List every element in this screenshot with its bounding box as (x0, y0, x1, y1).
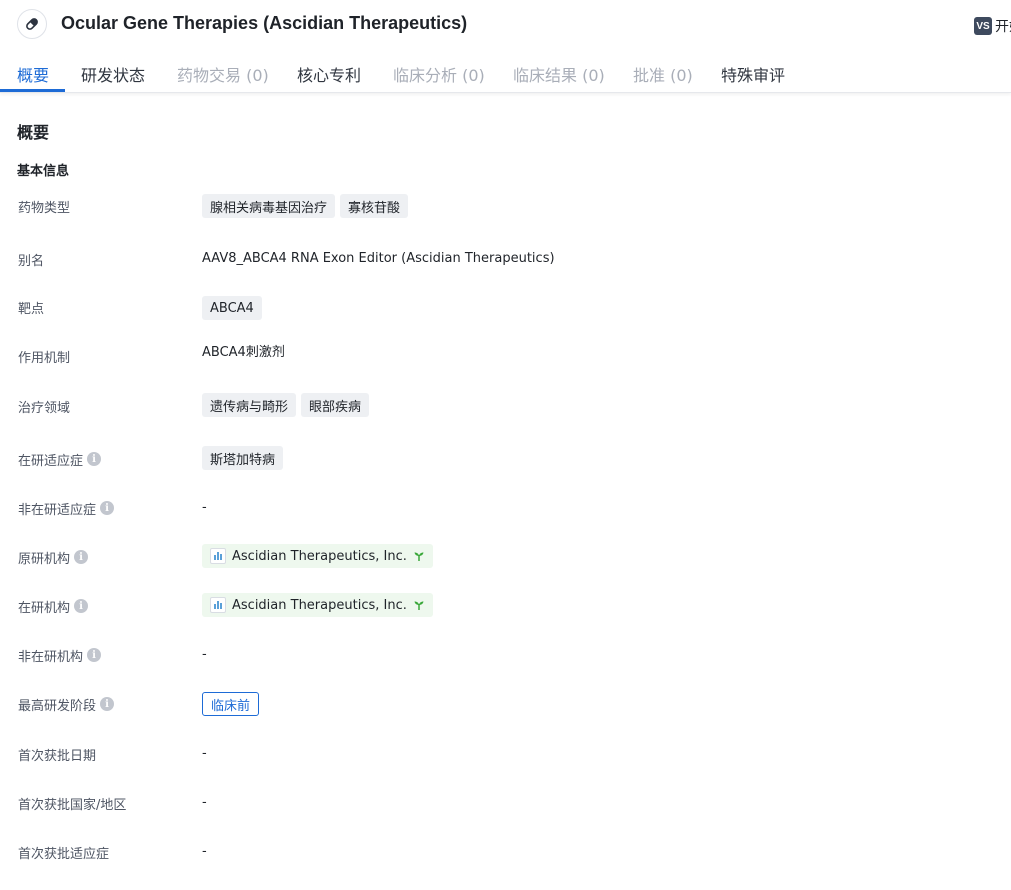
info-icon[interactable]: i (74, 550, 89, 564)
inactive-org-label: 非在研机构 i (18, 645, 102, 665)
alias-text: AAV8_ABCA4 RNA Exon Editor (Ascidian The… (202, 251, 555, 266)
target-label: 靶点 (18, 301, 45, 317)
originator-label: 原研机构 i (18, 547, 89, 567)
therapeutic-area-tag[interactable]: 眼部疾病 (301, 393, 370, 417)
target-value: ABCA4 (202, 296, 267, 320)
company-logo-icon (210, 548, 226, 564)
mechanism-text: ABCA4刺激剂 (202, 345, 285, 360)
inactive-indication-text: - (202, 500, 207, 515)
inactive-indication-value: - (202, 498, 207, 518)
mechanism-value: ABCA4刺激剂 (202, 343, 285, 363)
first-approval-date-label: 首次获批日期 (18, 748, 97, 764)
alias-label: 别名 (18, 253, 45, 269)
first-approval-date-value: - (202, 744, 207, 764)
highest-phase-label-text: 最高研发阶段 (18, 698, 97, 714)
organization-name: Ascidian Therapeutics, Inc. (232, 597, 407, 613)
info-icon[interactable]: i (100, 697, 115, 711)
first-approval-indication-value: - (202, 842, 207, 862)
drug-type-tag[interactable]: 寡核苷酸 (340, 194, 409, 218)
tab-rd-status[interactable]: 研发状态 (81, 62, 145, 86)
page-title: Ocular Gene Therapies (Ascidian Therapeu… (61, 13, 468, 33)
highest-phase-label: 最高研发阶段 i (18, 694, 115, 714)
target-tag[interactable]: ABCA4 (202, 296, 262, 320)
first-approval-country-label: 首次获批国家/地区 (18, 797, 127, 813)
first-approval-country-text: - (202, 795, 207, 810)
active-tab-indicator (0, 89, 65, 92)
alias-value: AAV8_ABCA4 RNA Exon Editor (Ascidian The… (202, 249, 555, 269)
tab-overview[interactable]: 概要 (17, 62, 49, 86)
originator-value: Ascidian Therapeutics, Inc. (202, 544, 433, 568)
active-indication-label-text: 在研适应症 (18, 453, 84, 469)
vs-icon: VS (974, 17, 992, 35)
active-org-value: Ascidian Therapeutics, Inc. (202, 593, 433, 617)
active-org-label-text: 在研机构 (18, 600, 71, 616)
tab-special-review[interactable]: 特殊审评 (721, 62, 785, 86)
section-title: 概要 (17, 123, 50, 142)
organization-name: Ascidian Therapeutics, Inc. (232, 548, 407, 564)
organization-tag[interactable]: Ascidian Therapeutics, Inc. (202, 544, 433, 568)
first-approval-date-text: - (202, 746, 207, 761)
drug-type-tag[interactable]: 腺相关病毒基因治疗 (202, 194, 336, 218)
inactive-indication-label-text: 非在研适应症 (18, 502, 97, 518)
compare-label: 开始 (995, 19, 1011, 35)
basic-info-title: 基本信息 (17, 164, 70, 179)
tab-clinical-analysis[interactable]: 临床分析 (0) (393, 62, 485, 86)
active-indication-value: 斯塔加特病 (202, 446, 288, 470)
tab-approvals[interactable]: 批准 (0) (633, 62, 693, 86)
mechanism-label: 作用机制 (18, 350, 71, 366)
page-header: Ocular Gene Therapies (Ascidian Therapeu… (0, 0, 1011, 52)
inactive-org-label-text: 非在研机构 (18, 649, 84, 665)
phase-badge: 临床前 (202, 692, 260, 716)
drug-type-value: 腺相关病毒基因治疗 寡核苷酸 (202, 194, 413, 218)
info-icon[interactable]: i (87, 452, 102, 466)
tab-clinical-results[interactable]: 临床结果 (0) (513, 62, 605, 86)
first-approval-indication-label: 首次获批适应症 (18, 846, 110, 862)
inactive-indication-label: 非在研适应症 i (18, 498, 115, 518)
therapeutic-area-value: 遗传病与畸形 眼部疾病 (202, 393, 374, 417)
therapeutic-area-tag[interactable]: 遗传病与畸形 (202, 393, 297, 417)
inactive-org-value: - (202, 645, 207, 665)
inactive-org-text: - (202, 647, 207, 662)
therapeutic-area-label: 治疗领域 (18, 400, 71, 416)
sprout-icon (413, 550, 425, 562)
first-approval-indication-text: - (202, 844, 207, 859)
pill-icon (17, 9, 47, 39)
active-indication-label: 在研适应症 i (18, 449, 102, 469)
drug-type-label: 药物类型 (18, 200, 71, 216)
tab-deals[interactable]: 药物交易 (0) (177, 62, 269, 86)
info-icon[interactable]: i (74, 599, 89, 613)
active-org-label: 在研机构 i (18, 596, 89, 616)
indication-tag[interactable]: 斯塔加特病 (202, 446, 284, 470)
highest-phase-value: 临床前 (202, 692, 260, 716)
info-icon[interactable]: i (100, 501, 115, 515)
first-approval-country-value: - (202, 793, 207, 813)
originator-label-text: 原研机构 (18, 551, 71, 567)
company-logo-icon (210, 597, 226, 613)
organization-tag[interactable]: Ascidian Therapeutics, Inc. (202, 593, 433, 617)
compare-button[interactable]: VS 开始 (974, 16, 1011, 36)
info-icon[interactable]: i (87, 648, 102, 662)
sprout-icon (413, 599, 425, 611)
tab-bar: 概要 研发状态 药物交易 (0) 核心专利 临床分析 (0) 临床结果 (0) … (0, 52, 1011, 93)
tab-core-patents[interactable]: 核心专利 (297, 62, 361, 86)
